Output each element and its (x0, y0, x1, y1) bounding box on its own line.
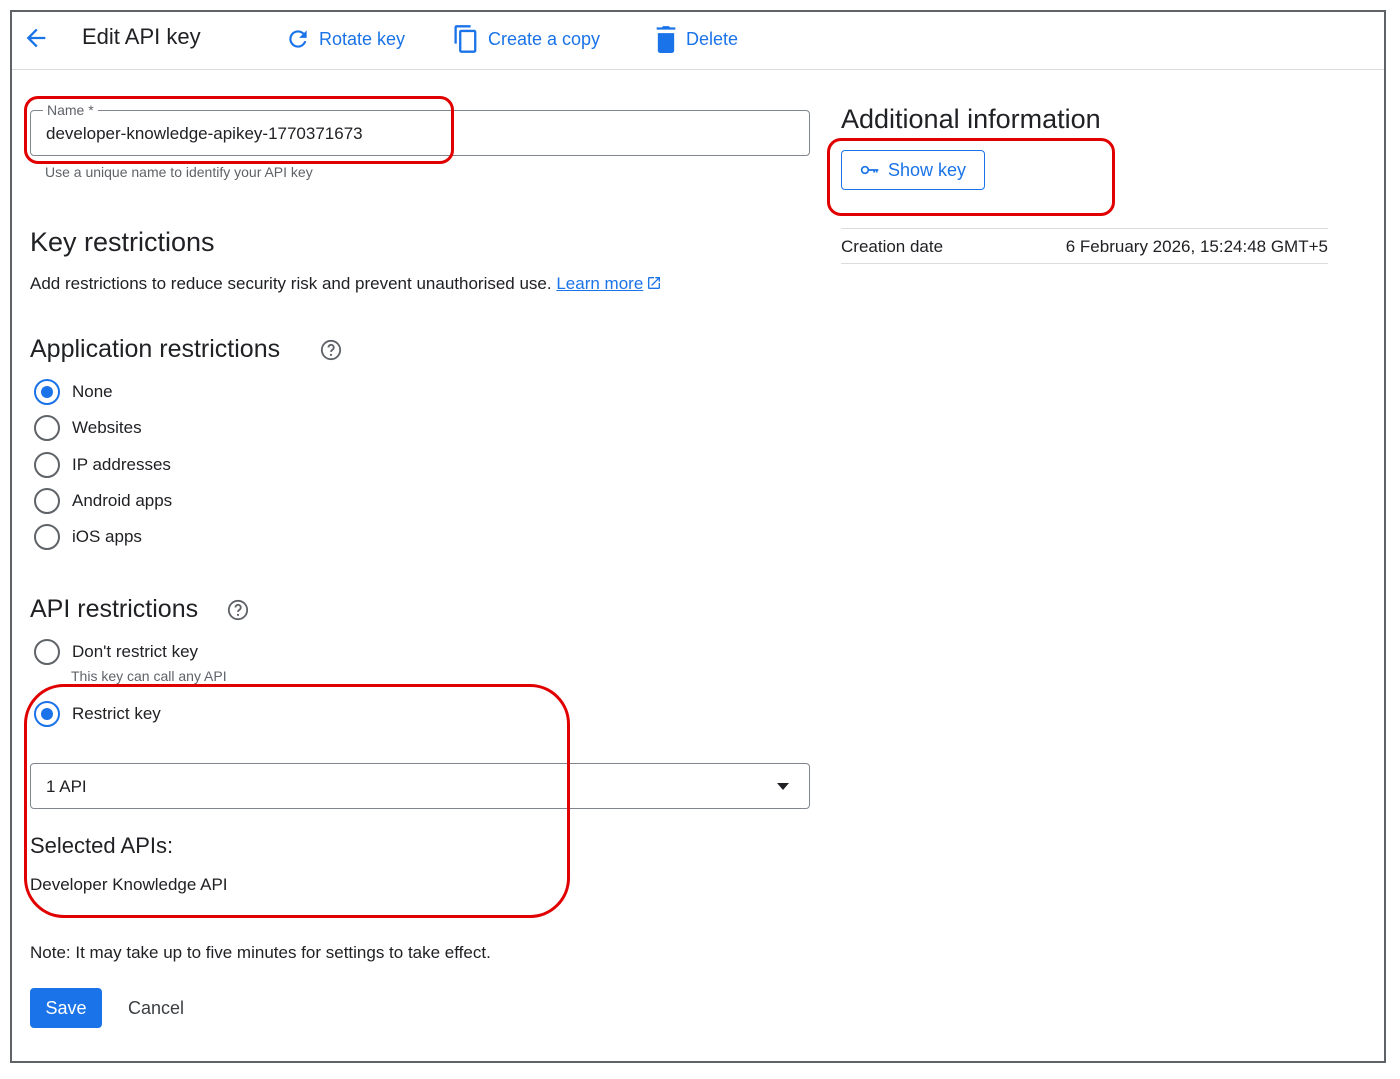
radio-label: None (72, 382, 113, 401)
create-copy-button[interactable]: Create a copy (452, 24, 600, 54)
arrow-back-icon (26, 28, 46, 48)
page-title: Edit API key (82, 24, 201, 49)
settings-note: Note: It may take up to five minutes for… (30, 943, 491, 962)
name-input-value: developer-knowledge-apikey-1770371673 (46, 124, 363, 143)
creation-date-label: Creation date (841, 237, 944, 256)
api-restriction-option-dont-restrict[interactable]: Don't restrict key (34, 639, 198, 665)
rotate-key-label: Rotate key (319, 28, 406, 49)
radio-unchecked-icon (34, 452, 60, 478)
additional-info-heading: Additional information (841, 104, 1101, 134)
radio-label: IP addresses (72, 455, 171, 474)
creation-date-value: 6 February 2026, 15:24:48 GMT+5 (1065, 237, 1328, 256)
learn-more-label: Learn more (556, 274, 644, 293)
app-restriction-option-none[interactable]: None (34, 379, 113, 405)
radio-checked-icon (34, 379, 60, 405)
cancel-button[interactable]: Cancel (128, 988, 184, 1028)
key-icon (860, 165, 879, 175)
external-link-icon[interactable] (646, 275, 662, 291)
name-input[interactable]: Name * developer-knowledge-apikey-177037… (30, 102, 810, 156)
api-restrictions-heading: API restrictions (30, 595, 199, 623)
application-restrictions-heading: Application restrictions (30, 335, 281, 363)
trash-icon (656, 26, 676, 53)
copy-icon (454, 25, 477, 53)
dropdown-arrow-icon (777, 783, 789, 790)
delete-button[interactable]: Delete (654, 24, 738, 54)
radio-unchecked-icon (34, 524, 60, 550)
api-select-dropdown[interactable]: 1 API (30, 763, 810, 809)
page-header: Edit API key Rotate key Create a copy De… (12, 12, 1384, 70)
create-copy-label: Create a copy (488, 28, 601, 49)
radio-unchecked-icon (34, 488, 60, 514)
save-button[interactable]: Save (30, 988, 102, 1028)
radio-label: Restrict key (72, 704, 161, 723)
selected-apis-heading: Selected APIs: (30, 833, 174, 858)
app-restriction-option-websites[interactable]: Websites (34, 415, 142, 441)
radio-label: Websites (72, 418, 142, 437)
name-input-label: Name * (43, 102, 98, 118)
dont-restrict-description: This key can call any API (71, 668, 227, 684)
help-icon[interactable] (320, 339, 342, 361)
app-restriction-option-ios-apps[interactable]: iOS apps (34, 524, 142, 550)
creation-date-row: Creation date 6 February 2026, 15:24:48 … (841, 228, 1328, 264)
radio-label: Android apps (72, 491, 173, 510)
rotate-key-button[interactable]: Rotate key (285, 24, 405, 54)
key-restrictions-heading: Key restrictions (30, 227, 215, 257)
app-restriction-option-ip-addresses[interactable]: IP addresses (34, 452, 171, 478)
page-frame: Edit API key Rotate key Create a copy De… (10, 10, 1386, 1063)
delete-label: Delete (686, 28, 739, 49)
radio-label: Don't restrict key (72, 642, 199, 661)
radio-unchecked-icon (34, 415, 60, 441)
radio-label: iOS apps (72, 527, 142, 546)
selected-api-item: Developer Knowledge API (30, 875, 228, 894)
help-icon[interactable] (227, 599, 249, 621)
show-key-button[interactable]: Show key (841, 150, 985, 190)
learn-more-link[interactable]: Learn more (556, 274, 643, 293)
show-key-label: Show key (887, 159, 967, 180)
key-restrictions-text: Add restrictions to reduce security risk… (30, 274, 552, 293)
radio-checked-icon (34, 701, 60, 727)
api-restriction-option-restrict[interactable]: Restrict key (34, 701, 161, 727)
name-helper-text: Use a unique name to identify your API k… (45, 164, 313, 180)
back-button[interactable] (22, 24, 50, 52)
api-select-value: 1 API (46, 777, 87, 796)
app-restriction-option-android-apps[interactable]: Android apps (34, 488, 172, 514)
key-restrictions-description: Add restrictions to reduce security risk… (30, 274, 662, 294)
radio-unchecked-icon (34, 639, 60, 665)
refresh-icon (289, 30, 307, 48)
